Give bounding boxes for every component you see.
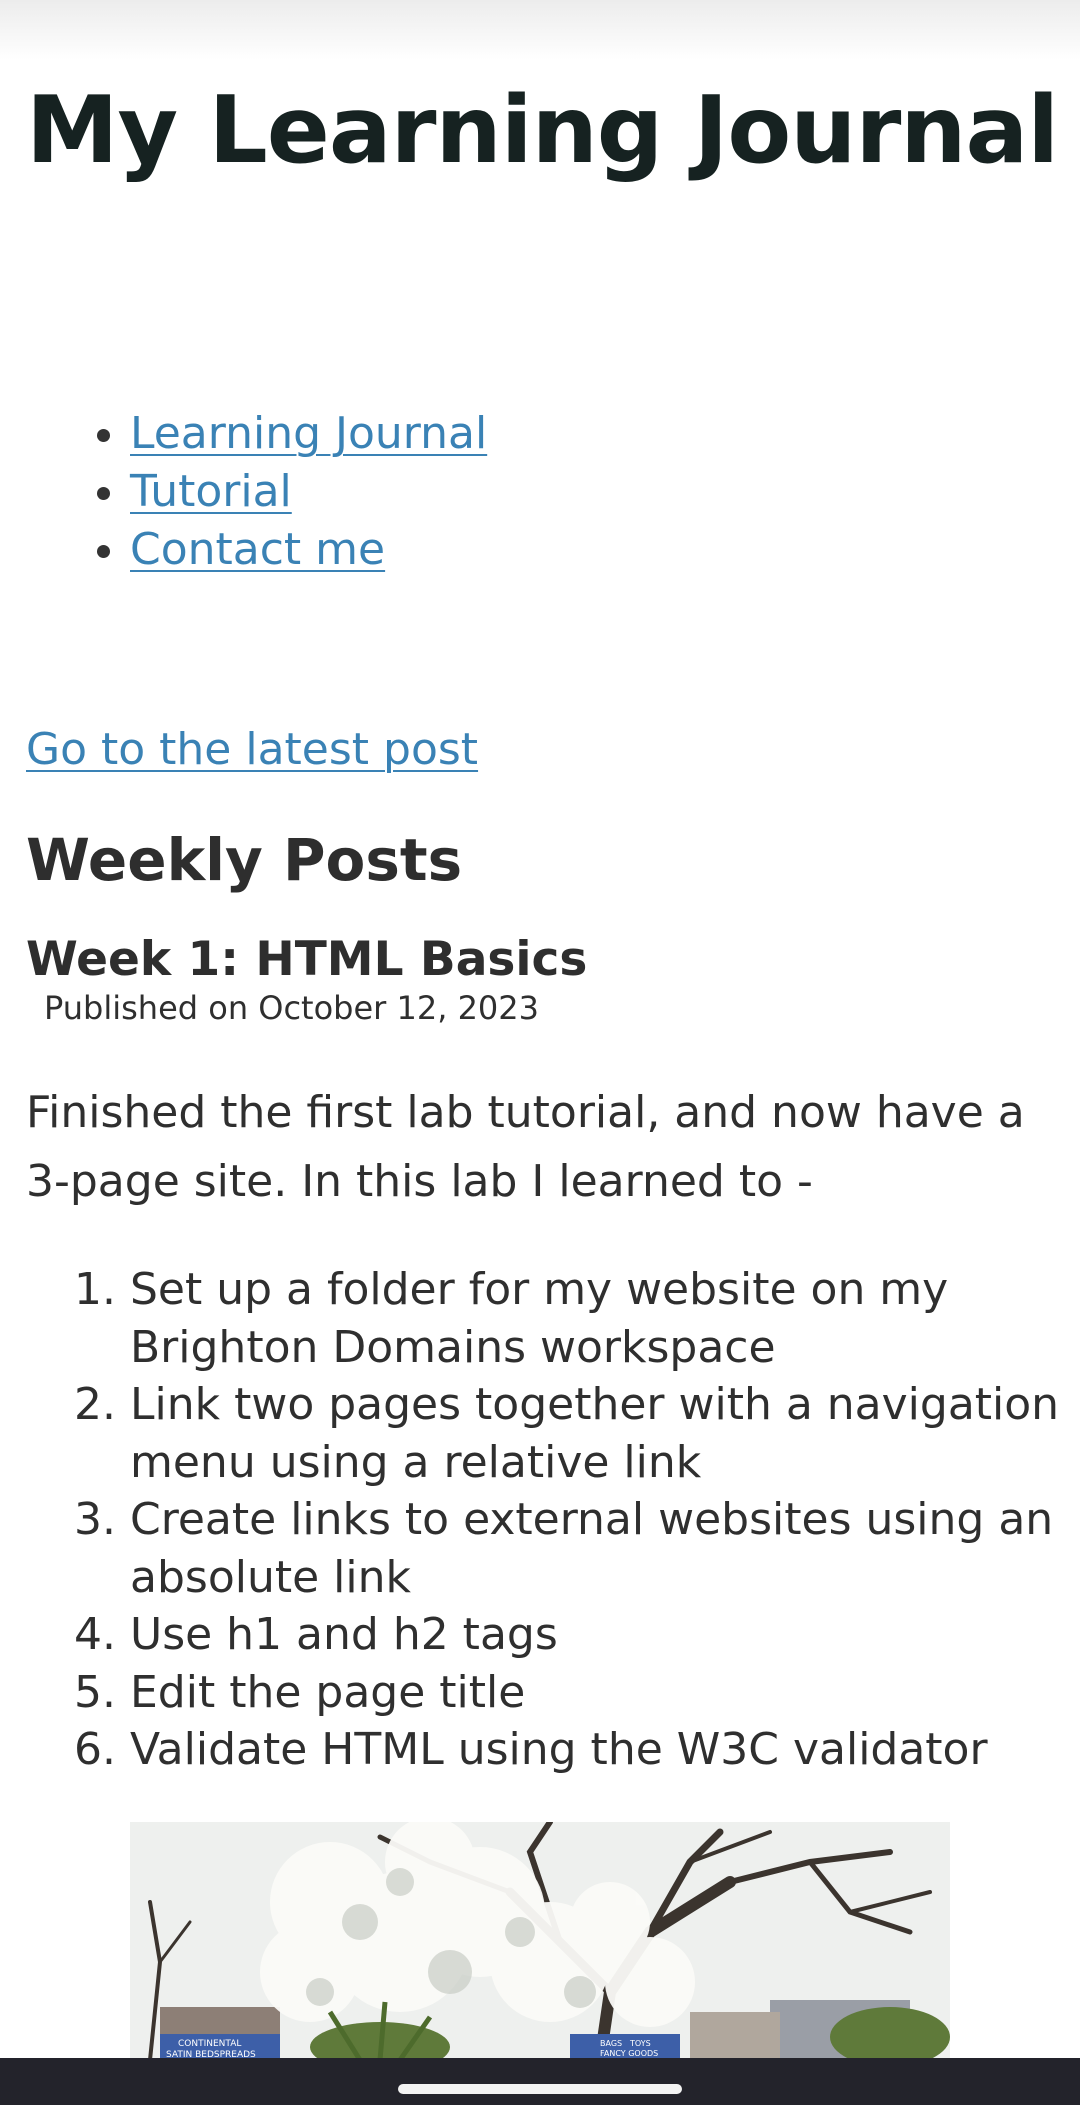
system-navigation-bar — [0, 2058, 1080, 2105]
photo-sign-line-1: CONTINENTAL — [178, 2039, 241, 2049]
learning-item: Edit the page title — [130, 1664, 1060, 1722]
latest-post-link[interactable]: Go to the latest post — [26, 720, 478, 780]
learning-item: Create links to external websites using … — [130, 1491, 1060, 1606]
learning-item: Set up a folder for my website on my Bri… — [130, 1261, 1060, 1376]
learning-item: Validate HTML using the W3C validator — [130, 1721, 1060, 1779]
learning-item: Use h1 and h2 tags — [130, 1606, 1060, 1664]
section-heading: Weekly Posts — [26, 826, 463, 894]
post-intro: Finished the first lab tutorial, and now… — [26, 1087, 1025, 1207]
photo-sign-line-4: TOYS — [629, 2039, 651, 2048]
photo-sign-line-5: FANCY GOODS — [600, 2049, 658, 2058]
nav-link-learning-journal[interactable]: Learning Journal — [130, 408, 487, 459]
nav-item-contact: Contact me — [130, 521, 487, 579]
learning-item: Link two pages together with a navigatio… — [130, 1376, 1060, 1491]
post-title: Week 1: HTML Basics — [26, 932, 588, 987]
nav-item-tutorial: Tutorial — [130, 463, 487, 521]
blossom-tree-photo: CONTINENTAL SATIN BEDSPREADS BAGS TOYS F… — [130, 1822, 950, 2060]
learnings-list: Set up a folder for my website on my Bri… — [0, 1261, 1060, 1779]
post-photo: CONTINENTAL SATIN BEDSPREADS BAGS TOYS F… — [130, 1822, 950, 2060]
post-date: Published on October 12, 2023 — [44, 989, 539, 1027]
site-title: My Learning Journal — [26, 76, 1059, 184]
nav-link-contact[interactable]: Contact me — [130, 524, 385, 575]
photo-sign-line-3: BAGS — [600, 2039, 622, 2048]
nav-link-tutorial[interactable]: Tutorial — [130, 466, 292, 517]
nav-item-learning-journal: Learning Journal — [130, 405, 487, 463]
main-nav: Learning Journal Tutorial Contact me — [0, 405, 487, 579]
status-bar-fade — [0, 0, 1080, 60]
home-indicator[interactable] — [398, 2084, 682, 2094]
